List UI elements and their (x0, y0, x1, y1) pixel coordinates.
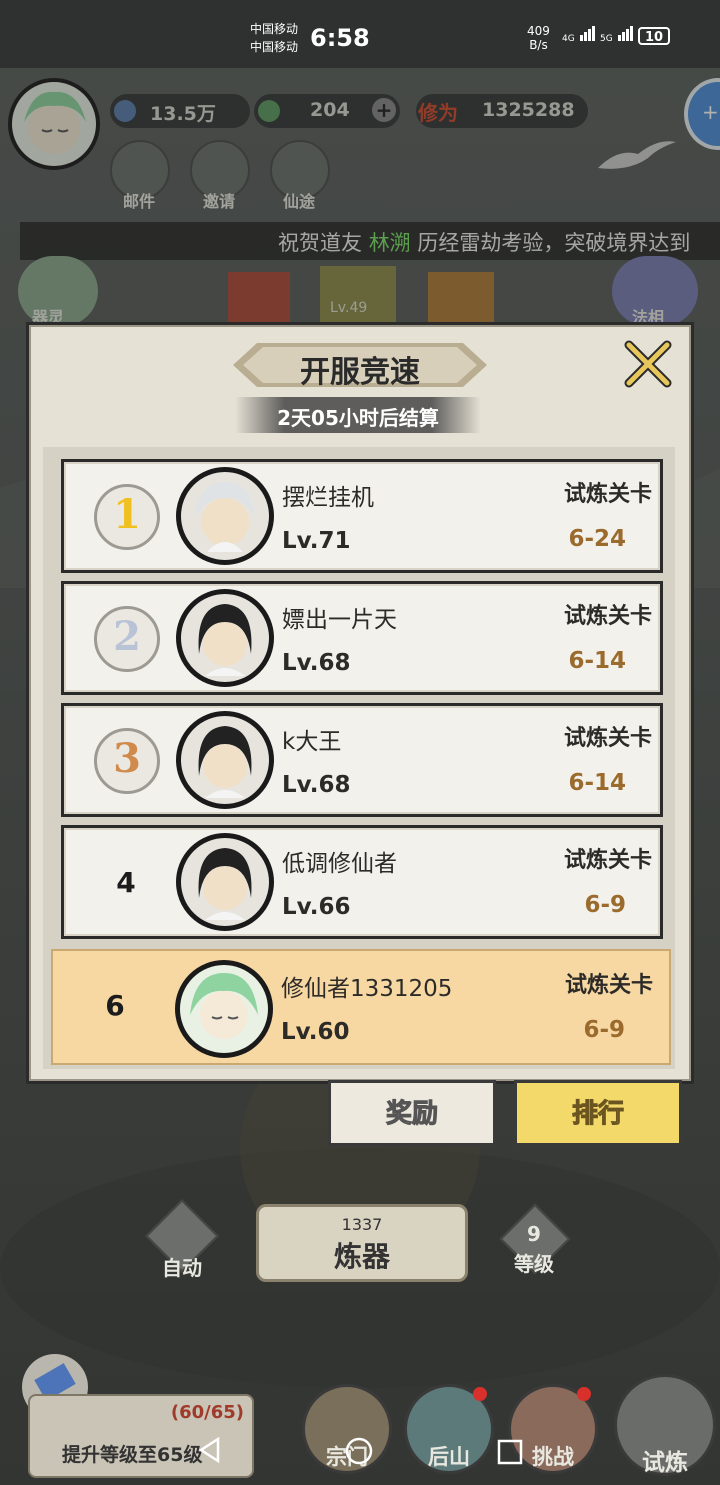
forge-button[interactable]: 1337 炼器 (256, 1204, 468, 1282)
rank-3-stage: 6-14 (568, 770, 626, 796)
notification-dot (473, 1387, 487, 1401)
signal-4g-icon: 4G (562, 26, 595, 44)
rank-2-name: 嫖出一片天 (282, 607, 397, 633)
forge-label: 炼器 (333, 1240, 390, 1273)
forge-count: 1337 (341, 1215, 383, 1234)
net-speed: 409 B/s (527, 24, 550, 52)
swordsman-avatar-art (198, 604, 252, 676)
elder-avatar-art (195, 482, 255, 552)
status-bar: 中国移动 中国移动 6:58 409 B/s 4G 5G 10 (0, 0, 720, 68)
carrier-1: 中国移动 (250, 22, 299, 36)
signal-4g-label: 4G (562, 34, 575, 44)
nav-trial-label: 试炼 (642, 1450, 688, 1476)
rank-1-avatar (176, 467, 274, 565)
ranking-row-1[interactable]: 1 摆烂挂机 Lv.71 试炼关卡 6-24 (61, 459, 663, 573)
rank-1-number: 1 (113, 491, 141, 538)
grade-button[interactable]: 9 等级 (499, 1203, 571, 1276)
ranking-row-2[interactable]: 2 嫖出一片天 Lv.68 试炼关卡 6-14 (61, 581, 663, 695)
auto-button[interactable]: 自动 (145, 1199, 219, 1280)
nav-backhill-label: 后山 (428, 1445, 470, 1469)
net-speed-value: 409 (527, 24, 550, 38)
countdown-text: 2天05小时后结算 (277, 406, 439, 430)
rank-3-level: Lv.68 (282, 772, 351, 798)
rank-3-medal-icon: 3 (94, 728, 160, 794)
rank-1-name: 摆烂挂机 (282, 485, 374, 511)
tab-reward[interactable]: 奖励 (328, 1080, 496, 1146)
recents-square-icon (497, 1439, 523, 1465)
swordsman-avatar-art (198, 848, 252, 920)
rank-2-stage-label: 试炼关卡 (563, 604, 652, 629)
system-home-button[interactable] (344, 1436, 374, 1466)
swordsman-avatar-art (198, 726, 252, 798)
rank-1-level: Lv.71 (282, 528, 351, 554)
rank-2-stage: 6-14 (568, 648, 626, 674)
notification-dot (577, 1387, 591, 1401)
system-recents-button[interactable] (496, 1438, 524, 1466)
battery-icon: 10 (638, 27, 670, 45)
home-circle-icon (345, 1437, 373, 1465)
rank-4-stage: 6-9 (584, 892, 626, 918)
my-stage-label: 试炼关卡 (564, 973, 653, 998)
rank-3-stage-label: 试炼关卡 (563, 726, 652, 751)
net-speed-unit: B/s (529, 38, 548, 52)
grade-number: 9 (527, 1222, 541, 1246)
nav-trial[interactable]: 试炼 (614, 1374, 716, 1476)
my-ranking-row[interactable]: 6 修仙者1331205 Lv.60 试炼关卡 6-9 (51, 949, 671, 1065)
rank-4-name: 低调修仙者 (282, 851, 397, 877)
my-stage: 6-9 (583, 1017, 625, 1043)
system-back-button[interactable] (196, 1436, 224, 1464)
dialog-title-banner: 开服竞速 (233, 339, 487, 391)
ranking-row-4[interactable]: 4 低调修仙者 Lv.66 试炼关卡 6-9 (61, 825, 663, 939)
close-icon (624, 340, 672, 388)
rank-2-number: 2 (113, 613, 141, 660)
tab-rank[interactable]: 排行 (514, 1080, 682, 1146)
rank-1-stage: 6-24 (568, 526, 626, 552)
signal-5g-icon: 5G (600, 26, 633, 44)
tab-rank-label: 排行 (571, 1099, 624, 1130)
grade-label: 等级 (514, 1252, 554, 1276)
close-button[interactable] (623, 339, 673, 389)
rank-2-level: Lv.68 (282, 650, 351, 676)
back-triangle-icon (198, 1436, 220, 1464)
rank-1-medal-icon: 1 (94, 484, 160, 550)
player-avatar-art (190, 973, 258, 1039)
rank-2-avatar (176, 589, 274, 687)
my-name: 修仙者1331205 (281, 976, 453, 1002)
rank-4-avatar (176, 833, 274, 931)
rank-2-medal-icon: 2 (94, 606, 160, 672)
ranking-row-3[interactable]: 3 k大王 Lv.68 试炼关卡 6-14 (61, 703, 663, 817)
rank-4-level: Lv.66 (282, 894, 351, 920)
rank-4-stage-label: 试炼关卡 (563, 848, 652, 873)
carrier-2: 中国移动 (250, 40, 299, 54)
tab-reward-label: 奖励 (385, 1099, 438, 1130)
clock: 6:58 (310, 24, 370, 52)
race-ranking-dialog: 开服竞速 2天05小时后结算 1 摆烂挂机 Lv.71 试炼关卡 6-24 2 … (26, 322, 694, 1084)
rank-3-number: 3 (113, 735, 141, 782)
my-rank-number: 6 (105, 989, 125, 1022)
rank-3-avatar (176, 711, 274, 809)
rank-4-number: 4 (116, 866, 136, 899)
nav-backhill[interactable]: 后山 (404, 1384, 494, 1474)
signal-5g-label: 5G (600, 34, 613, 44)
my-avatar (175, 960, 273, 1058)
my-level: Lv.60 (281, 1019, 350, 1045)
countdown-banner: 2天05小时后结算 (235, 397, 481, 433)
battery-level: 10 (644, 30, 664, 45)
dialog-title: 开服竞速 (300, 355, 420, 390)
upgrade-label: 提升等级至65级 (62, 1444, 203, 1466)
rank-3-name: k大王 (282, 729, 342, 755)
upgrade-progress: (60/65) (170, 1402, 244, 1423)
rank-1-stage-label: 试炼关卡 (563, 482, 652, 507)
auto-label: 自动 (162, 1256, 202, 1280)
